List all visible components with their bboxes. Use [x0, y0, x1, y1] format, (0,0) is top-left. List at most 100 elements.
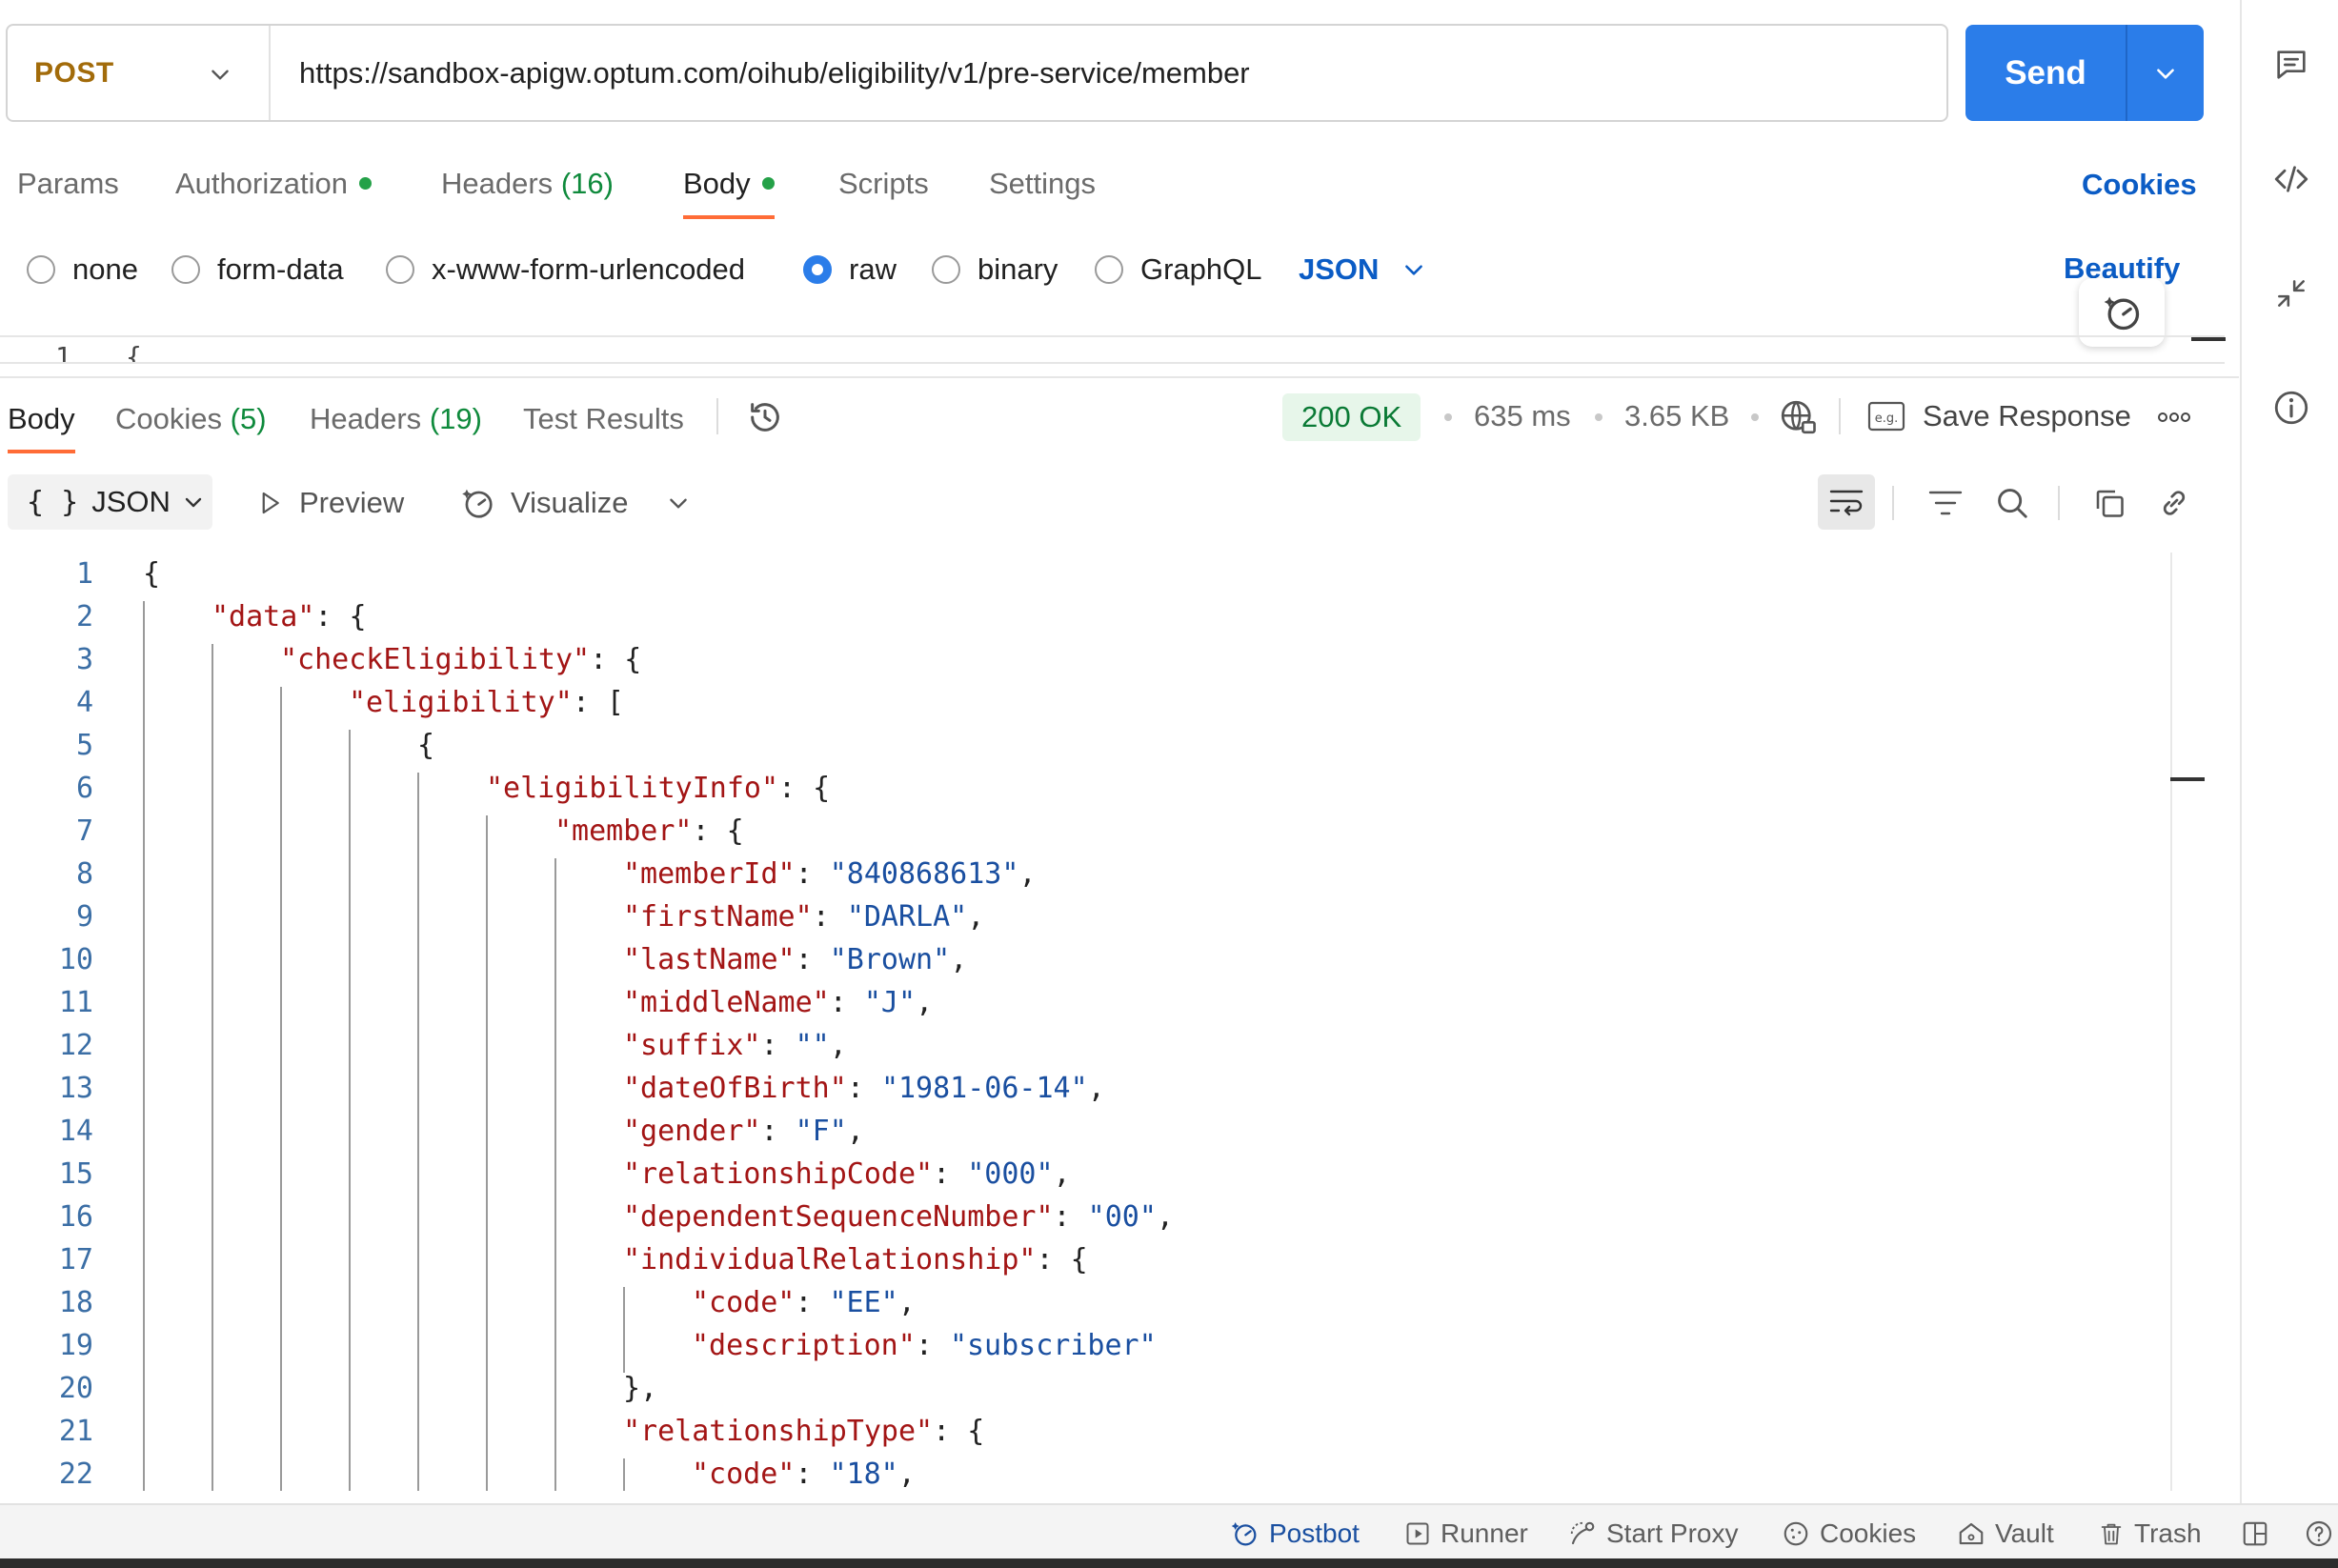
response-tab-test-results[interactable]: Test Results	[523, 389, 684, 453]
start-proxy-button[interactable]: Start Proxy	[1568, 1517, 1738, 1551]
trash-icon	[2101, 1523, 2122, 1545]
more-options-button[interactable]	[2155, 400, 2193, 434]
line-number: 22	[58, 1457, 93, 1491]
copy-button[interactable]	[2086, 481, 2132, 525]
send-options-button[interactable]	[2126, 25, 2204, 121]
tab-settings[interactable]: Settings	[989, 152, 1096, 219]
send-button[interactable]: Send	[1965, 25, 2126, 121]
json-punct: : {	[314, 600, 367, 633]
history-button[interactable]	[741, 394, 789, 440]
json-key: "relationshipType"	[623, 1415, 934, 1448]
tab-headers[interactable]: Headers (16)	[441, 152, 614, 219]
json-punct: : {	[692, 814, 744, 848]
language-select[interactable]: JSON	[1299, 246, 1426, 293]
link-button[interactable]	[2151, 481, 2197, 525]
json-punct: :	[915, 1329, 950, 1362]
response-format-select[interactable]: { } JSON	[8, 474, 212, 530]
json-string: "00"	[1087, 1200, 1157, 1234]
layout-icon	[2243, 1521, 2267, 1546]
line-number: 4	[75, 686, 93, 719]
json-key: "middleName"	[623, 986, 830, 1019]
code-line: 20},	[0, 1367, 2163, 1410]
comments-button[interactable]	[2242, 36, 2338, 93]
visualize-options-button[interactable]	[659, 484, 697, 522]
json-punct: :	[795, 857, 830, 891]
radio-binary[interactable]: binary	[932, 246, 1058, 293]
json-key: "firstName"	[623, 900, 813, 934]
code-line: 10 "lastName": "Brown",	[0, 938, 2163, 981]
cookies-link[interactable]: Cookies	[2082, 168, 2197, 202]
tab-authorization[interactable]: Authorization	[175, 152, 372, 219]
code-line: 15 "relationshipCode": "000",	[0, 1153, 2163, 1196]
response-size[interactable]: 3.65 KB	[1624, 399, 1729, 433]
layout-toggle-button[interactable]	[2241, 1517, 2279, 1551]
divider	[716, 398, 718, 434]
response-time[interactable]: 635 ms	[1474, 399, 1571, 433]
chevron-down-icon	[185, 497, 202, 508]
chevron-down-icon	[1405, 265, 1423, 275]
tab-label: Params	[17, 167, 119, 200]
save-response-button[interactable]: e.g. Save Response	[1867, 399, 2131, 433]
preview-button[interactable]: Preview	[255, 481, 404, 525]
collapse-arrows-icon	[2277, 280, 2305, 307]
code-line: 5{	[0, 724, 2163, 767]
wrap-icon	[1829, 490, 1864, 516]
help-button[interactable]	[2304, 1517, 2338, 1551]
wrap-lines-button[interactable]	[1818, 474, 1875, 530]
status-dot	[358, 177, 372, 190]
collapse-button[interactable]	[2242, 265, 2338, 322]
json-punct: :	[846, 1072, 881, 1105]
response-tab-body[interactable]: Body	[8, 389, 75, 453]
indent-guide	[554, 858, 556, 1491]
json-string: ""	[795, 1029, 830, 1062]
cookies-footer-button[interactable]: Cookies	[1782, 1517, 1916, 1551]
radio-circle	[171, 255, 200, 284]
visualize-button[interactable]: Visualize	[459, 481, 629, 525]
tab-label: Body	[683, 167, 751, 200]
code-snippet-button[interactable]	[2242, 151, 2338, 208]
indent-guide	[212, 644, 213, 1491]
pane-resizer[interactable]	[0, 376, 2239, 378]
line-number: 1	[55, 341, 71, 364]
tab-label: Headers	[441, 167, 554, 200]
history-icon	[751, 403, 779, 432]
line-number: 19	[58, 1329, 93, 1362]
tab-scripts[interactable]: Scripts	[838, 152, 929, 219]
vault-button[interactable]: Vault	[1957, 1517, 2054, 1551]
editor-scrollbar[interactable]	[2170, 553, 2172, 1491]
response-tab-cookies[interactable]: Cookies (5)	[115, 389, 267, 453]
separator-dot	[1595, 413, 1602, 421]
code-text: "description": "subscriber"	[692, 1324, 1157, 1367]
request-body-editor[interactable]: 1 {	[0, 335, 2225, 364]
radio-raw[interactable]: raw	[803, 246, 897, 293]
method-select[interactable]: POST	[8, 26, 271, 120]
code-line: 7 "member": {	[0, 810, 2163, 853]
radio-graphql[interactable]: GraphQL	[1095, 246, 1262, 293]
code-text: "gender": "F",	[623, 1110, 864, 1153]
status-badge[interactable]: 200 OK	[1282, 393, 1421, 441]
json-string: "J"	[863, 986, 917, 1019]
code-line: 12 "suffix": "",	[0, 1024, 2163, 1067]
search-button[interactable]	[1989, 481, 2035, 525]
json-punct: ,	[897, 1286, 916, 1319]
filter-button[interactable]	[1923, 481, 1968, 525]
postbot-button[interactable]: Postbot	[1229, 1517, 1360, 1551]
response-tab-headers[interactable]: Headers (19)	[310, 389, 482, 453]
line-number: 14	[58, 1115, 93, 1148]
filter-icon	[1928, 491, 1963, 515]
radio-form-data[interactable]: form-data	[171, 246, 344, 293]
info-button[interactable]	[2242, 379, 2338, 436]
response-body-viewer[interactable]: 1{2 "data": {3 "checkEligibility": {4 "elig…	[0, 553, 2163, 1491]
tab-params[interactable]: Params	[17, 152, 119, 219]
network-info-button[interactable]	[1774, 393, 1822, 441]
trash-button[interactable]: Trash	[2098, 1517, 2202, 1551]
url-input[interactable]: https://sandbox-apigw.optum.com/oihub/el…	[271, 56, 1250, 90]
tab-body[interactable]: Body	[683, 152, 775, 219]
help-icon	[2306, 1520, 2332, 1547]
radio-none[interactable]: none	[27, 246, 138, 293]
radio-urlencoded[interactable]: x-www-form-urlencoded	[386, 246, 745, 293]
runner-button[interactable]: Runner	[1404, 1517, 1528, 1551]
line-number: 1	[75, 557, 93, 591]
separator-dot	[1751, 413, 1759, 421]
svg-text:e.g.: e.g.	[1875, 412, 1899, 426]
